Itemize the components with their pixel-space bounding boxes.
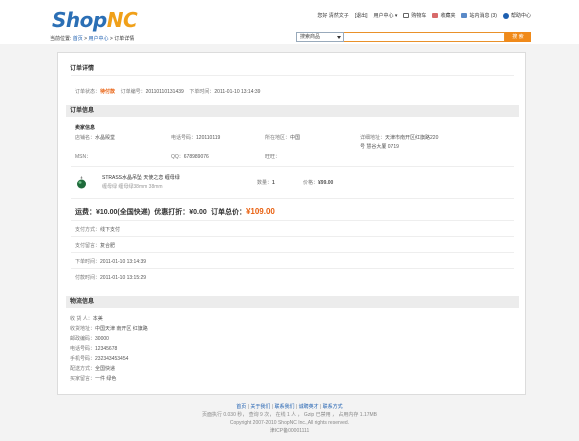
logistics-header: 物流信息 [66,296,519,308]
cart-icon [403,13,410,19]
help-link[interactable]: 帮助中心 [502,12,531,19]
footer-link-about[interactable]: 关于我们 [250,404,270,410]
top-links: 您好 清然文子 [退出] 用户中心 ▾ 购物车 收藏夹 站内消息 (3) 帮助中… [317,12,531,19]
product-spec: 缠母绿 缠母绿38mm 38mm [102,184,163,190]
seller-info-title: 卖家信息 [75,125,96,131]
search-input[interactable] [344,32,505,42]
order-status-badge: 待付款 [100,89,116,95]
receiver-phone-row: 电话号码：12345678 [70,346,118,352]
seller-region: 所在地区：中国 [265,135,301,141]
footer-link-home[interactable]: 首页 [236,404,246,410]
footer-stats: 页面执行 0.030 秒， 查询 9 次， 在线 1 人 ， Gzip 已禁用 … [201,412,378,418]
seller-phone: 电话号码：120110119 [171,135,221,141]
order-time: 2011-01-10 13:14:39 [214,89,261,95]
search-type-select[interactable]: 搜索商品 [296,32,344,42]
product-name-link[interactable]: STRASS水晶吊坠 天使之恋 缠母绿 [102,174,180,181]
divider [71,198,514,199]
footer-link-contact-info[interactable]: 联系方式 [323,404,343,410]
top-bar: ShopNC 您好 清然文子 [退出] 用户中心 ▾ 购物车 收藏夹 站内消息 … [0,0,579,44]
seller-address: 详细地址：天津市南开区红旗路220 [360,135,439,141]
order-time-row: 下单时间：2011-01-10 13:14:39 [75,259,147,265]
footer-links: 首页 | 关于我们 | 联系我们 | 诚聘英才 | 联系方式 [236,404,343,410]
order-summary: 订单状态：待付款 订单编号：20110110131439 下单时间：2011-0… [75,89,261,95]
chevron-down-icon: ▾ [394,13,398,19]
mail-icon [461,13,468,19]
breadcrumb-current: 订单详情 [114,36,135,42]
divider [71,252,514,253]
footer-copyright: Copyright 2007-2010 ShopNC Inc.,All righ… [229,420,350,426]
divider [71,75,514,76]
seller-address-line2: 号 慧谷大厦 0719 [360,144,399,150]
order-number: 20110110131439 [145,89,184,95]
cart-link[interactable]: 购物车 [403,12,426,19]
seller-shop: 店铺名：水晶殿堂 [75,135,116,141]
search-bar: 搜索商品 搜 索 [296,32,531,42]
favorites-icon [432,13,439,19]
pay-time-row: 付款时间：2011-01-10 13:15:29 [75,275,147,281]
shopnc-logo[interactable]: ShopNC [52,8,138,32]
buyer-note-row: 买家留言：一件 绿色 [70,376,117,382]
user-center-menu[interactable]: 用户中心 ▾ [374,12,398,19]
order-detail-panel: 订单详情 订单状态：待付款 订单编号：20110110131439 下单时间：2… [57,52,526,395]
breadcrumb-user-center[interactable]: 用户中心 [89,36,109,42]
divider [71,220,514,221]
help-icon [502,12,509,19]
messages-count: (3) [490,13,497,19]
favorites-link[interactable]: 收藏夹 [432,12,455,19]
receiver-row: 收 货 人：本美 [70,316,103,322]
order-info-header: 订单信息 [66,105,519,117]
messages-link[interactable]: 站内消息 (3) [461,12,497,19]
page-title: 订单详情 [70,66,95,72]
order-totals: 运费：¥10.00(全国快递) 优惠打折：¥0.00 订单总价：¥109.00 [75,207,275,216]
breadcrumb: 当前位置: 首页 > 用户中心 > 订单详情 [50,36,135,42]
product-quantity: 数量：1 [257,180,275,186]
product-price: 价格：¥99.00 [303,180,334,186]
footer-icp: 津ICP备00001111 [269,428,310,434]
receiver-address-row: 收货地址：中国天津 南开区 红旗路 [70,326,148,332]
total-price: ¥109.00 [245,207,275,216]
divider [71,236,514,237]
payment-note: 支付留言：复合肥 [75,243,116,249]
greeting-text: 您好 清然文子 [317,13,349,19]
breadcrumb-home[interactable]: 首页 [73,36,83,42]
divider [71,268,514,269]
seller-qq: QQ：678989076 [171,154,209,160]
delivery-row: 配送方式：全国快递 [70,366,116,372]
payment-method: 支付方式：线下支付 [75,227,121,233]
footer: 首页 | 关于我们 | 联系我们 | 诚聘英才 | 联系方式 页面执行 0.03… [0,403,579,435]
shipping-fee: ¥10.00(全国快递) [96,209,151,216]
logout-link[interactable]: [退出] [355,12,368,19]
seller-wangwang: 旺旺： [265,154,281,160]
divider [71,166,514,167]
footer-link-contact[interactable]: 联系我们 [274,404,294,410]
pendant-product-image[interactable] [76,176,87,189]
search-button[interactable]: 搜 索 [505,32,531,42]
footer-link-jobs[interactable]: 诚聘英才 [299,404,319,410]
mobile-row: 手机号码：232343453454 [70,356,129,362]
discount-value: ¥0.00 [189,209,207,216]
seller-msn: MSN： [75,154,92,160]
zip-row: 邮政编码：30000 [70,336,109,342]
